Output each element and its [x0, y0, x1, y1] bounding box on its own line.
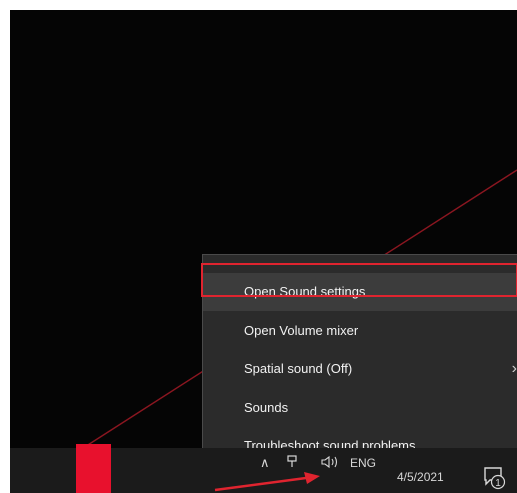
- notification-count: 1: [495, 478, 501, 489]
- notification-icon[interactable]: 1: [483, 466, 507, 490]
- arrow-annotation: [214, 472, 320, 492]
- desktop-background: Open Sound settings Open Volume mixer Sp…: [10, 10, 517, 493]
